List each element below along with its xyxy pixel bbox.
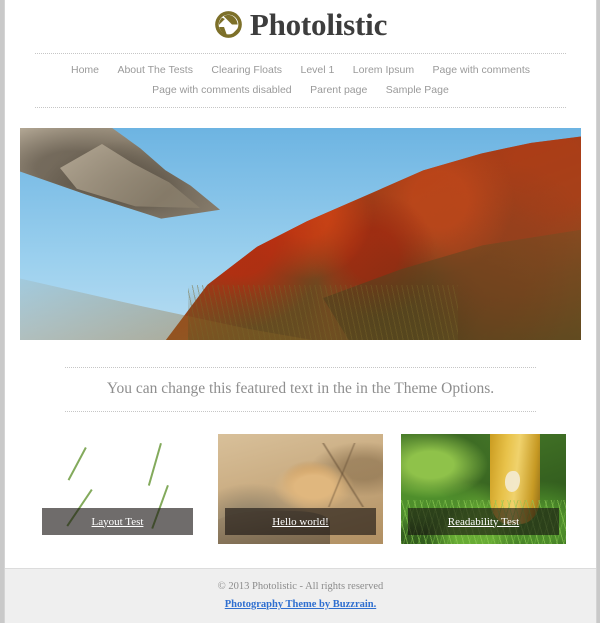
theme-credit-link[interactable]: Photography Theme by Buzzrain. bbox=[225, 597, 376, 612]
bare-branch bbox=[317, 442, 374, 507]
nav-item: Page with comments bbox=[426, 60, 537, 77]
nav-link-about-the-tests[interactable]: About The Tests bbox=[110, 60, 200, 80]
nav-link-page-with-comments[interactable]: Page with comments bbox=[426, 60, 537, 80]
nav-item: Clearing Floats bbox=[204, 60, 289, 77]
thumbnail-layout-test[interactable]: Layout Test bbox=[35, 434, 200, 544]
nav-link-lorem-ipsum[interactable]: Lorem Ipsum bbox=[346, 60, 421, 80]
thumbnail-caption-bar[interactable]: Layout Test bbox=[42, 508, 193, 535]
chive-garnish bbox=[66, 447, 87, 482]
hero-foreground-tufts bbox=[188, 284, 458, 340]
thumbnail-caption-label: Layout Test bbox=[91, 515, 144, 528]
aperture-icon bbox=[214, 10, 243, 39]
site-header: Photolistic bbox=[5, 0, 596, 44]
main-navigation: Home About The Tests Clearing Floats Lev… bbox=[35, 53, 566, 108]
thumbnail-caption-label: Readability Test bbox=[447, 515, 520, 528]
copyright-text: © 2013 Photolistic - All rights reserved bbox=[217, 581, 384, 592]
site-footer: © 2013 Photolistic - All rights reserved… bbox=[5, 568, 596, 623]
nav-item: Home bbox=[64, 60, 106, 77]
featured-text-block: You can change this featured text in the… bbox=[65, 367, 536, 412]
nav-link-home[interactable]: Home bbox=[64, 60, 106, 80]
nav-link-level-1[interactable]: Level 1 bbox=[293, 60, 341, 80]
nav-item: Page with comments disabled bbox=[145, 80, 299, 97]
nav-link-parent-page[interactable]: Parent page bbox=[303, 80, 374, 100]
nav-item: Level 1 bbox=[293, 60, 341, 77]
thumbnail-row: Layout Test Hello world! Readability Tes… bbox=[35, 434, 566, 544]
nav-link-clearing-floats[interactable]: Clearing Floats bbox=[204, 60, 289, 80]
thumbnail-caption-label: Hello world! bbox=[272, 515, 329, 528]
nav-list: Home About The Tests Clearing Floats Lev… bbox=[35, 60, 566, 100]
nav-link-page-with-comments-disabled[interactable]: Page with comments disabled bbox=[145, 80, 299, 100]
thumbnail-hello-world[interactable]: Hello world! bbox=[218, 434, 383, 544]
hero-slider[interactable] bbox=[20, 128, 581, 340]
chive-garnish bbox=[148, 442, 163, 486]
nav-item: Sample Page bbox=[379, 80, 456, 97]
thumbnail-readability-test[interactable]: Readability Test bbox=[401, 434, 566, 544]
hero-image[interactable] bbox=[20, 128, 581, 340]
nav-item: Lorem Ipsum bbox=[346, 60, 421, 77]
nav-item: About The Tests bbox=[110, 60, 200, 77]
featured-text: You can change this featured text in the… bbox=[106, 380, 495, 397]
thumbnail-caption-bar[interactable]: Hello world! bbox=[225, 508, 376, 535]
site-title: Photolistic bbox=[249, 7, 388, 42]
site-logo-link[interactable]: Photolistic bbox=[214, 9, 387, 40]
thumbnail-caption-bar[interactable]: Readability Test bbox=[408, 508, 559, 535]
nav-link-sample-page[interactable]: Sample Page bbox=[379, 80, 456, 100]
nav-item: Parent page bbox=[303, 80, 374, 97]
site-page: Photolistic Home About The Tests Clearin… bbox=[4, 0, 597, 623]
